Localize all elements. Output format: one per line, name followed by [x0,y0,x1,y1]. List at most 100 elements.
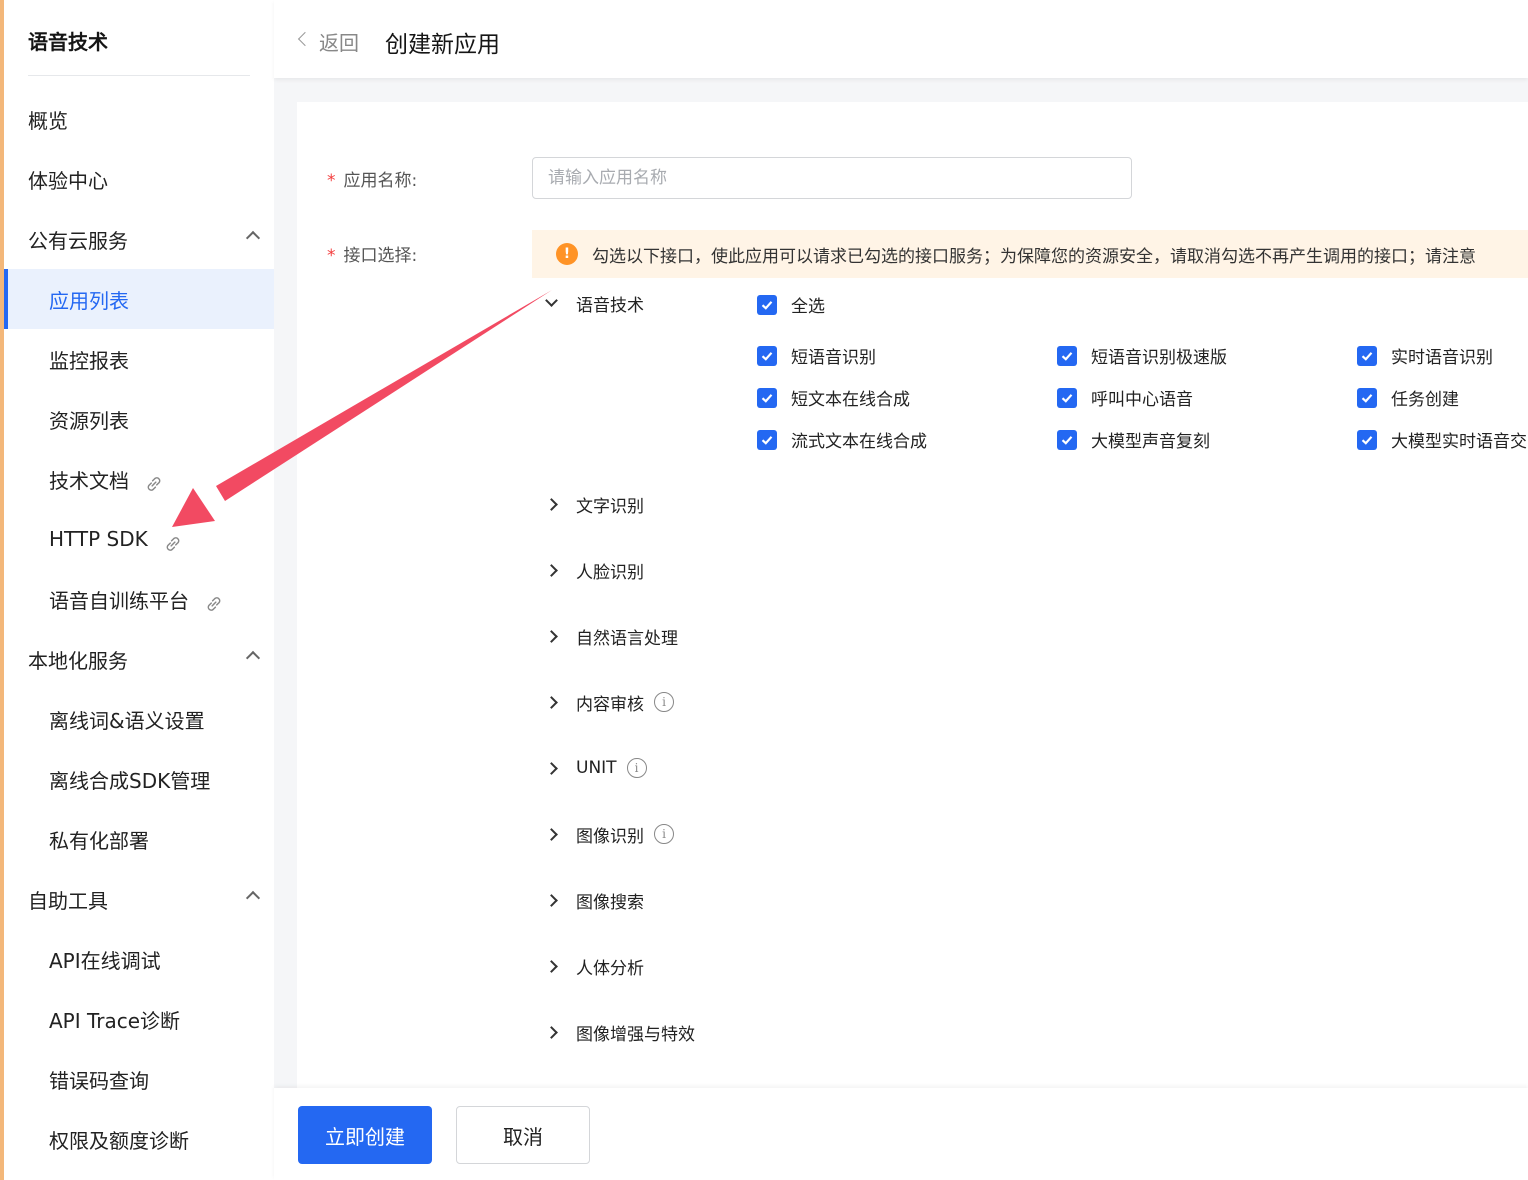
sidebar-item-label: 离线词&语义设置 [49,708,205,733]
sidebar-group-local-services[interactable]: 本地化服务 [4,629,274,689]
app-name-input[interactable] [532,157,1132,199]
sidebar-item-self-training[interactable]: 语音自训练平台 [4,569,274,629]
app-window: 语音技术 概览 体验中心 公有云服务 应用列表 监控报表 资源列表 技术文档 H… [4,0,1528,1180]
category-label: 人体分析 [576,958,644,979]
checkbox-label: 短语音识别极速版 [1091,348,1227,368]
sidebar-item-label: API在线调试 [49,948,161,973]
checkbox-label: 大模型实时语音交 [1391,432,1527,452]
sidebar-item-label: 语音自训练平台 [49,588,189,613]
create-button[interactable]: 立即创建 [298,1106,432,1164]
checkbox-label: 短文本在线合成 [791,390,910,410]
notice-banner: ! 勾选以下接口，使此应用可以请求已勾选的接口服务；为保障您的资源安全，请取消勾… [532,230,1528,278]
api-checkbox[interactable]: 短语音识别极速版 [1057,343,1227,368]
api-checkbox[interactable]: 短文本在线合成 [757,385,910,410]
sidebar-item-label: 监控报表 [49,348,129,373]
category-body-analysis[interactable]: 人体分析 [545,951,644,981]
checkbox-label: 流式文本在线合成 [791,432,927,452]
category-image-search[interactable]: 图像搜索 [545,885,644,915]
checkbox-label: 短语音识别 [791,348,876,368]
warning-icon: ! [556,243,578,265]
sidebar-item-label: 体验中心 [28,168,108,193]
checkbox-label: 全选 [791,297,825,317]
api-checkbox[interactable]: 大模型实时语音交 [1357,427,1527,452]
checkbox-label: 大模型声音复刻 [1091,432,1210,452]
sidebar-item-api-debug[interactable]: API在线调试 [4,929,274,989]
chevron-down-icon [545,294,558,307]
category-label: 语音技术 [576,295,644,316]
sidebar-item-label: API Trace诊断 [49,1008,181,1033]
sidebar-item-label: 错误码查询 [49,1068,149,1093]
sidebar-group-public-cloud[interactable]: 公有云服务 [4,209,274,269]
sidebar-item-app-list[interactable]: 应用列表 [4,269,274,329]
api-checkbox[interactable]: 大模型声音复刻 [1057,427,1210,452]
sidebar-item-label: 权限及额度诊断 [49,1128,189,1153]
external-link-icon [147,477,161,491]
category-ocr[interactable]: 文字识别 [545,489,644,519]
checkbox-checked-icon [757,429,777,450]
sidebar-item-quota-diagnosis[interactable]: 权限及额度诊断 [4,1109,274,1169]
info-icon[interactable]: i [654,692,674,712]
api-checkbox[interactable]: 短语音识别 [757,343,876,368]
chevron-right-icon [545,827,558,841]
sidebar-title: 语音技术 [28,30,108,54]
sidebar-item-api-trace[interactable]: API Trace诊断 [4,989,274,1049]
sidebar-item-error-codes[interactable]: 错误码查询 [4,1049,274,1109]
checkbox-label: 呼叫中心语音 [1091,390,1193,410]
sidebar-divider [28,75,250,76]
sidebar-item-experience-center[interactable]: 体验中心 [4,149,274,209]
api-checkbox[interactable]: 流式文本在线合成 [757,427,927,452]
page-title: 创建新应用 [385,32,500,58]
category-label: 人脸识别 [576,562,644,583]
checkbox-checked-icon [757,387,777,408]
sidebar-item-overview[interactable]: 概览 [4,89,274,149]
category-label: 图像增强与特效 [576,1024,695,1045]
checkbox-checked-icon [1057,387,1077,408]
api-checkbox[interactable]: 呼叫中心语音 [1057,385,1193,410]
sidebar-item-label: HTTP SDK [49,527,148,551]
chevron-right-icon [545,893,558,907]
checkbox-checked-icon [757,345,777,366]
select-all-checkbox[interactable]: 全选 [757,292,825,317]
category-image-recognition[interactable]: 图像识别 i [545,819,674,849]
chevron-right-icon [545,695,558,709]
checkbox-checked-icon [1357,429,1377,450]
chevron-up-icon [245,890,261,906]
external-link-icon [166,537,180,551]
checkbox-checked-icon [1357,345,1377,366]
sidebar-item-offline-sdk[interactable]: 离线合成SDK管理 [4,749,274,809]
category-face[interactable]: 人脸识别 [545,555,644,585]
sidebar-item-tech-docs[interactable]: 技术文档 [4,449,274,509]
sidebar-item-private-deploy[interactable]: 私有化部署 [4,809,274,869]
sidebar-group-self-service[interactable]: 自助工具 [4,869,274,929]
api-checkbox[interactable]: 任务创建 [1357,385,1459,410]
category-label: 图像搜索 [576,892,644,913]
cancel-button[interactable]: 取消 [456,1106,590,1164]
sidebar-item-label: 应用列表 [49,288,129,313]
sidebar-item-http-sdk[interactable]: HTTP SDK [4,509,274,569]
category-label: 自然语言处理 [576,628,678,649]
category-unit[interactable]: UNIT i [545,753,647,783]
chevron-right-icon [545,1025,558,1039]
checkbox-checked-icon [1057,429,1077,450]
category-image-enhance[interactable]: 图像增强与特效 [545,1017,695,1047]
sidebar-item-resources[interactable]: 资源列表 [4,389,274,449]
sidebar-item-offline-words[interactable]: 离线词&语义设置 [4,689,274,749]
sidebar-item-monitoring[interactable]: 监控报表 [4,329,274,389]
category-speech-tech[interactable]: 语音技术 [545,288,644,318]
sidebar-item-label: 资源列表 [49,408,129,433]
back-link[interactable]: 返回 [319,27,359,56]
form-footer: 立即创建 取消 [274,1088,1528,1180]
sidebar-item-label: 私有化部署 [49,828,149,853]
api-select-label: * 接口选择: [327,246,418,266]
category-nlp[interactable]: 自然语言处理 [545,621,678,651]
info-icon[interactable]: i [654,824,674,844]
api-checkbox[interactable]: 实时语音识别 [1357,343,1493,368]
back-chevron-icon[interactable] [297,31,313,47]
info-icon[interactable]: i [626,758,647,778]
checkbox-checked-icon [1357,387,1377,408]
create-app-form: *应用名称: *接口选择: ! 勾选以下接口，使此应用可以请求已勾选的接口服务；… [297,102,1528,1092]
category-content-review[interactable]: 内容审核 i [545,687,674,717]
sidebar-item-label: 技术文档 [49,468,129,493]
chevron-right-icon [545,629,558,643]
sidebar-item-label: 离线合成SDK管理 [49,768,211,793]
